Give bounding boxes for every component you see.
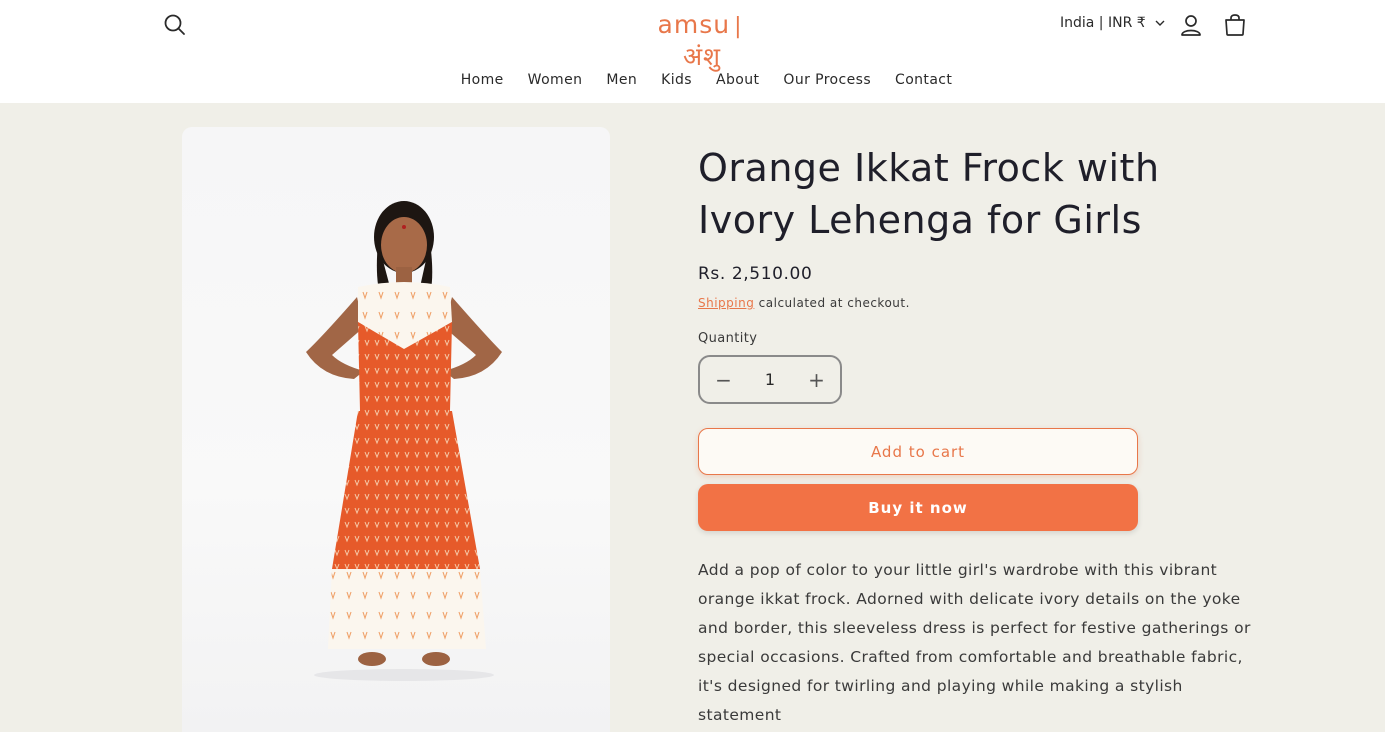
decrease-quantity-button[interactable]: −	[700, 357, 747, 402]
chevron-down-icon	[1155, 20, 1165, 26]
quantity-label: Quantity	[698, 331, 758, 346]
country-label: India | INR ₹	[1060, 15, 1146, 31]
site-header: amsu | अंशु India | INR ₹ Home Women Men K…	[0, 0, 1385, 103]
shipping-suffix: calculated at checkout.	[754, 296, 910, 310]
shipping-note: Shipping calculated at checkout.	[698, 296, 910, 310]
plus-icon: +	[808, 367, 825, 392]
shipping-link[interactable]: Shipping	[698, 296, 754, 310]
product-image[interactable]	[182, 127, 610, 732]
search-icon	[164, 14, 185, 35]
nav-item-kids[interactable]: Kids	[661, 72, 692, 88]
country-currency-selector[interactable]: India | INR ₹	[1060, 15, 1166, 31]
nav-item-women[interactable]: Women	[528, 72, 583, 88]
logo-text: amsu	[657, 10, 731, 39]
quantity-input[interactable]: 1	[747, 370, 793, 389]
product-title: Orange Ikkat Frock with Ivory Lehenga fo…	[698, 146, 1160, 242]
nav-item-men[interactable]: Men	[606, 72, 637, 88]
product-photo-illustration	[306, 201, 502, 681]
increase-quantity-button[interactable]: +	[793, 357, 840, 402]
minus-icon: −	[715, 367, 732, 392]
nav-item-about[interactable]: About	[716, 72, 759, 88]
main-navigation: Home Women Men Kids About Our Process Co…	[0, 72, 1385, 88]
nav-item-home[interactable]: Home	[461, 72, 504, 88]
nav-item-contact[interactable]: Contact	[895, 72, 952, 88]
nav-item-our-process[interactable]: Our Process	[783, 72, 871, 88]
cart-button[interactable]	[1222, 12, 1248, 38]
logo-separator: |	[734, 14, 743, 39]
search-button[interactable]	[162, 12, 188, 38]
cart-icon	[1225, 14, 1245, 36]
buy-it-now-button[interactable]: Buy it now	[698, 484, 1138, 531]
product-price: Rs. 2,510.00	[698, 264, 813, 284]
logo-devanagari: अंशु	[682, 42, 722, 71]
account-button[interactable]	[1178, 12, 1204, 38]
add-to-cart-button[interactable]: Add to cart	[698, 428, 1138, 475]
brand-logo[interactable]: amsu | अंशु	[640, 10, 764, 71]
account-icon	[1181, 15, 1201, 36]
product-description: Add a pop of color to your little girl's…	[698, 561, 1251, 724]
quantity-stepper: − 1 +	[698, 355, 842, 404]
